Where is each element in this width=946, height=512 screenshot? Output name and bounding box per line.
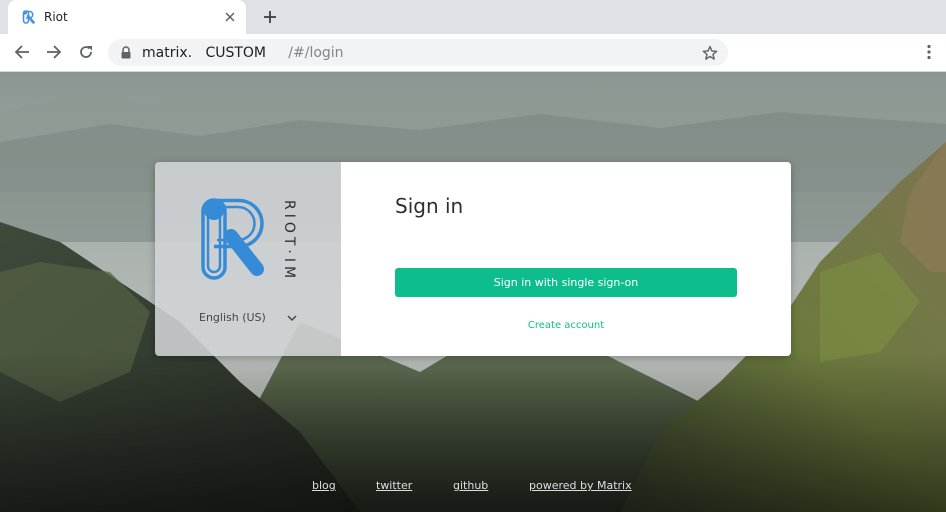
language-label: English (US)	[199, 311, 266, 324]
riot-logo-icon: RIOT·IM	[201, 198, 297, 282]
browser-window: Riot matrix. CUSTOM /#/login RIOT·IM Eng…	[0, 0, 946, 512]
brand-vertical-text: RIOT·IM	[281, 200, 297, 282]
auth-body: Sign in Sign in with single sign-on Crea…	[341, 162, 791, 356]
forward-arrow-icon[interactable]	[44, 42, 64, 62]
footer-links: blog twitter github powered by Matrix	[0, 479, 946, 495]
footer-link-github[interactable]: github	[453, 479, 488, 493]
footer-link-blog[interactable]: blog	[312, 479, 336, 493]
lock-icon	[121, 46, 131, 59]
page-title: Sign in	[395, 194, 464, 218]
reload-icon[interactable]	[76, 42, 96, 62]
language-selector[interactable]: English (US)	[199, 311, 301, 327]
plus-icon[interactable]	[260, 7, 280, 27]
footer-link-powered-by-matrix[interactable]: powered by Matrix	[529, 479, 632, 493]
url-redacted: CUSTOM	[205, 45, 267, 61]
url-text: matrix. CUSTOM /#/login	[142, 45, 344, 61]
tab-title: Riot	[44, 10, 68, 24]
tab-strip: Riot	[0, 0, 946, 34]
footer-link-twitter[interactable]: twitter	[376, 479, 412, 493]
browser-toolbar: matrix. CUSTOM /#/login	[0, 34, 946, 72]
chevron-down-icon	[287, 315, 297, 322]
riot-favicon-icon	[22, 10, 35, 24]
login-page: RIOT·IM English (US) Sign in Sign in wit…	[0, 72, 946, 512]
back-arrow-icon[interactable]	[12, 42, 32, 62]
url-path: /#/login	[288, 45, 344, 61]
close-icon[interactable]	[222, 9, 238, 25]
address-bar[interactable]: matrix. CUSTOM /#/login	[108, 39, 728, 66]
auth-header: RIOT·IM English (US)	[155, 162, 341, 356]
sso-signin-button[interactable]: Sign in with single sign-on	[395, 268, 737, 297]
kebab-menu-icon[interactable]	[926, 44, 932, 60]
login-box: RIOT·IM English (US) Sign in Sign in wit…	[155, 162, 791, 356]
url-host: matrix.	[142, 45, 193, 61]
star-icon[interactable]	[702, 45, 718, 61]
tab-riot[interactable]: Riot	[8, 0, 246, 34]
create-account-link[interactable]: Create account	[395, 320, 737, 332]
